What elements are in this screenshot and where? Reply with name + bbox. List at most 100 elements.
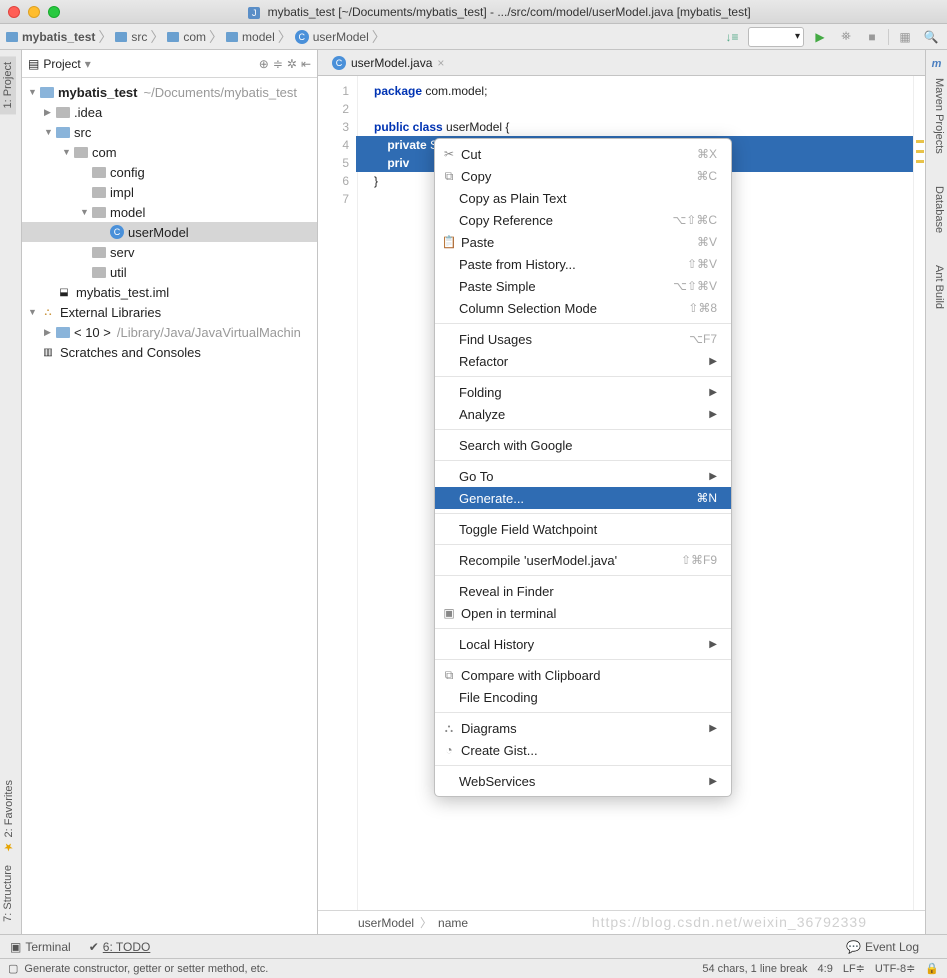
- menu-item-label: Refactor: [459, 354, 508, 369]
- terminal-icon: ▣: [10, 940, 21, 954]
- tree-serv[interactable]: serv: [22, 242, 317, 262]
- menu-item-generate[interactable]: Generate...⌘N: [435, 487, 731, 509]
- bc-class[interactable]: userModel: [358, 916, 414, 930]
- tree-model[interactable]: ▼model: [22, 202, 317, 222]
- tree-scratches[interactable]: ▥Scratches and Consoles: [22, 342, 317, 362]
- class-icon: C: [295, 30, 309, 44]
- todo-tool-tab[interactable]: ✔6: TODO: [89, 940, 151, 954]
- menu-item-cut[interactable]: ✂Cut⌘X: [435, 143, 731, 165]
- menu-item-refactor[interactable]: Refactor▶: [435, 350, 731, 372]
- layout-icon[interactable]: ▦: [895, 27, 915, 47]
- folder-icon: [115, 32, 127, 42]
- event-log-button[interactable]: 💬Event Log: [846, 940, 919, 954]
- status-encoding[interactable]: UTF-8≑: [875, 962, 915, 975]
- crumb-com[interactable]: com: [183, 30, 206, 44]
- menu-item-open-in-terminal[interactable]: ▣Open in terminal: [435, 602, 731, 624]
- crumb-project[interactable]: mybatis_test: [22, 30, 95, 44]
- menu-item-copy[interactable]: ⧉Copy⌘C: [435, 165, 731, 187]
- project-tool-tab[interactable]: 1: Project: [0, 56, 16, 114]
- menu-shortcut: ⌘V: [697, 235, 717, 249]
- make-icon[interactable]: ↓≡: [722, 27, 742, 47]
- menu-item-paste-from-history[interactable]: Paste from History...⇧⌘V: [435, 253, 731, 275]
- minimize-window-icon[interactable]: [28, 6, 40, 18]
- run-config-dropdown[interactable]: ▾: [748, 27, 804, 47]
- menu-item-paste-simple[interactable]: Paste Simple⌥⇧⌘V: [435, 275, 731, 297]
- tree-config[interactable]: config: [22, 162, 317, 182]
- stop-icon[interactable]: ■: [862, 27, 882, 47]
- status-caret-pos[interactable]: 4:9: [818, 963, 833, 975]
- menu-item-compare-with-clipboard[interactable]: ⧉Compare with Clipboard: [435, 664, 731, 686]
- crumb-model[interactable]: model: [242, 30, 275, 44]
- menu-item-label: Copy as Plain Text: [459, 191, 566, 206]
- menu-item-label: Folding: [459, 385, 502, 400]
- tree-util[interactable]: util: [22, 262, 317, 282]
- editor-tab-label: userModel.java: [351, 56, 432, 70]
- menu-item-search-with-google[interactable]: Search with Google: [435, 434, 731, 456]
- scratches-icon: ▥: [40, 345, 56, 359]
- project-tree[interactable]: ▼mybatis_test~/Documents/mybatis_test ▶.…: [22, 78, 317, 934]
- folder-icon: [56, 327, 70, 338]
- tree-com[interactable]: ▼com: [22, 142, 317, 162]
- close-tab-icon[interactable]: ×: [437, 56, 444, 70]
- menu-item-local-history[interactable]: Local History▶: [435, 633, 731, 655]
- status-line-sep[interactable]: LF≑: [843, 962, 865, 975]
- folder-icon: [56, 127, 70, 138]
- editor-tab-usermodel[interactable]: C userModel.java ×: [324, 52, 452, 74]
- menu-item-diagrams[interactable]: ⛬Diagrams▶: [435, 717, 731, 739]
- menu-shortcut: ⌘X: [697, 147, 717, 161]
- settings-icon[interactable]: ✲: [287, 57, 297, 71]
- menu-item-recompile-usermodel-java[interactable]: Recompile 'userModel.java'⇧⌘F9: [435, 549, 731, 571]
- menu-item-icon: ⧉: [441, 668, 457, 683]
- menu-item-copy-as-plain-text[interactable]: Copy as Plain Text: [435, 187, 731, 209]
- menu-item-webservices[interactable]: WebServices▶: [435, 770, 731, 792]
- tree-root[interactable]: ▼mybatis_test~/Documents/mybatis_test: [22, 82, 317, 102]
- menu-item-toggle-field-watchpoint[interactable]: Toggle Field Watchpoint: [435, 518, 731, 540]
- menu-item-create-gist[interactable]: ◔Create Gist...: [435, 739, 731, 761]
- menu-item-reveal-in-finder[interactable]: Reveal in Finder: [435, 580, 731, 602]
- folder-icon: [40, 87, 54, 98]
- menu-item-column-selection-mode[interactable]: Column Selection Mode⇧⌘8: [435, 297, 731, 319]
- ant-tool-tab[interactable]: Ant Build: [926, 259, 947, 315]
- run-icon[interactable]: ▶: [810, 27, 830, 47]
- maven-tool-tab[interactable]: Maven Projects: [926, 72, 947, 160]
- breadcrumb[interactable]: mybatis_test 〉 src 〉 com 〉 model 〉 C use…: [6, 27, 389, 47]
- menu-item-find-usages[interactable]: Find Usages⌥F7: [435, 328, 731, 350]
- close-window-icon[interactable]: [8, 6, 20, 18]
- menu-item-label: Diagrams: [461, 721, 517, 736]
- status-window-icon[interactable]: ▢: [8, 962, 18, 975]
- collapse-icon[interactable]: ≑: [273, 57, 283, 71]
- editor-breadcrumb[interactable]: userModel 〉 name: [318, 910, 925, 934]
- tree-jdk[interactable]: ▶< 10 >/Library/Java/JavaVirtualMachin: [22, 322, 317, 342]
- lock-icon[interactable]: 🔒: [925, 962, 939, 975]
- maven-icon[interactable]: m: [926, 56, 947, 72]
- menu-item-label: Cut: [461, 147, 481, 162]
- hide-icon[interactable]: ⇤: [301, 57, 311, 71]
- tree-external-libraries[interactable]: ▼⛬External Libraries: [22, 302, 317, 322]
- menu-item-go-to[interactable]: Go To▶: [435, 465, 731, 487]
- search-everywhere-icon[interactable]: [921, 27, 941, 47]
- tree-impl[interactable]: impl: [22, 182, 317, 202]
- crumb-src[interactable]: src: [131, 30, 147, 44]
- tree-usermodel[interactable]: CuserModel: [22, 222, 317, 242]
- tree-iml[interactable]: ⬓mybatis_test.iml: [22, 282, 317, 302]
- menu-item-file-encoding[interactable]: File Encoding: [435, 686, 731, 708]
- structure-tool-tab[interactable]: 7: Structure: [0, 859, 16, 928]
- crumb-class[interactable]: userModel: [313, 30, 369, 44]
- left-tool-rail: 1: Project ★ 2: Favorites 7: Structure: [0, 50, 22, 934]
- scroll-to-source-icon[interactable]: ⊕: [259, 57, 269, 71]
- editor-context-menu[interactable]: ✂Cut⌘X⧉Copy⌘CCopy as Plain TextCopy Refe…: [434, 138, 732, 797]
- menu-item-folding[interactable]: Folding▶: [435, 381, 731, 403]
- bc-field[interactable]: name: [438, 916, 468, 930]
- tree-idea[interactable]: ▶.idea: [22, 102, 317, 122]
- menu-item-paste[interactable]: 📋Paste⌘V: [435, 231, 731, 253]
- database-tool-tab[interactable]: Database: [926, 180, 947, 239]
- terminal-tool-tab[interactable]: ▣Terminal: [10, 940, 71, 954]
- tree-src[interactable]: ▼src: [22, 122, 317, 142]
- favorites-tool-tab[interactable]: ★ 2: Favorites: [0, 774, 17, 860]
- folder-icon: [92, 207, 106, 218]
- maximize-window-icon[interactable]: [48, 6, 60, 18]
- debug-icon[interactable]: ⛯: [836, 27, 856, 47]
- status-chars: 54 chars, 1 line break: [702, 963, 807, 975]
- menu-item-copy-reference[interactable]: Copy Reference⌥⇧⌘C: [435, 209, 731, 231]
- menu-item-analyze[interactable]: Analyze▶: [435, 403, 731, 425]
